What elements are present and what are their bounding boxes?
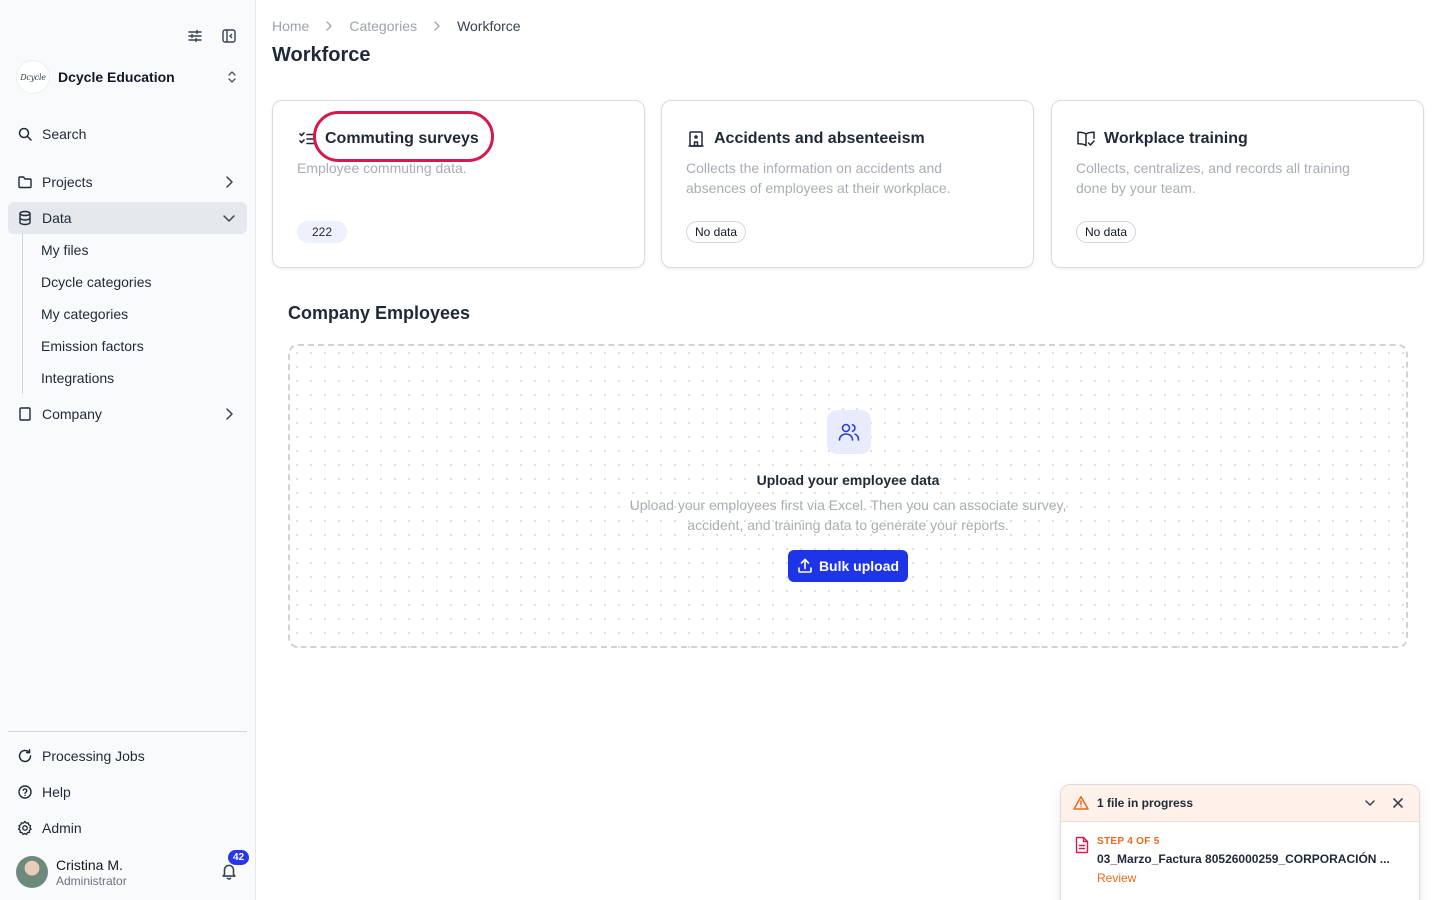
card-commuting-surveys[interactable]: Commuting surveys Employee commuting dat… [272, 100, 645, 268]
sidebar-item-help[interactable]: Help [8, 776, 247, 808]
status-badge: No data [686, 221, 747, 243]
sidebar-item-label: Admin [42, 820, 82, 836]
card-header: Workplace training [1076, 129, 1248, 149]
employee-upload-dropzone[interactable]: Upload your employee data Upload your em… [288, 344, 1408, 648]
file-document-icon [1074, 836, 1090, 854]
breadcrumb: Home Categories Workforce [272, 17, 521, 35]
user-role: Administrator [56, 873, 127, 888]
chevron-up-down-icon [225, 70, 239, 84]
sidebar-item-admin[interactable]: Admin [8, 812, 247, 844]
gear-icon [16, 819, 34, 837]
warning-icon [1073, 795, 1089, 811]
org-logo: Dcycle [16, 60, 50, 94]
card-description: Collects the information on accidents an… [686, 160, 951, 196]
notifications-button[interactable]: 42 [220, 850, 250, 882]
user-info: Cristina M. Administrator [56, 857, 220, 888]
card-description: Employee commuting data. [297, 160, 467, 176]
org-name: Dcycle Education [58, 69, 175, 85]
sidebar-item-label: Company [42, 406, 102, 422]
refresh-icon [16, 747, 34, 765]
card-accidents-absenteeism[interactable]: Accidents and absenteeism Collects the i… [661, 100, 1034, 268]
sidebar-item-projects[interactable]: Projects [8, 166, 247, 198]
card-header: Accidents and absenteeism [686, 129, 925, 149]
users-icon [827, 410, 871, 454]
avatar [16, 856, 48, 888]
chevron-right-icon [431, 20, 443, 32]
collapse-sidebar-icon[interactable] [219, 26, 239, 46]
building-icon [16, 405, 34, 423]
card-title: Commuting surveys [325, 130, 479, 147]
hospital-building-icon [686, 129, 706, 149]
user-name: Cristina M. [56, 856, 123, 873]
card-description: Collects, centralizes, and records all t… [1076, 160, 1350, 196]
chevron-right-icon [323, 20, 335, 32]
database-icon [16, 209, 34, 227]
sidebar: Dcycle Dcycle Education Search Projects … [0, 0, 256, 900]
count-badge: 222 [297, 221, 348, 243]
breadcrumb-home[interactable]: Home [272, 18, 309, 34]
empty-state-description: Upload your employees first via Excel. T… [629, 497, 1067, 533]
toast-title: 1 file in progress [1097, 796, 1194, 810]
chevron-right-icon [221, 174, 237, 190]
sidebar-item-label: Processing Jobs [42, 748, 145, 764]
breadcrumb-current: Workforce [457, 18, 521, 34]
sidebar-subitem-my-categories[interactable]: My categories [23, 298, 242, 330]
sidebar-item-processing-jobs[interactable]: Processing Jobs [8, 740, 247, 772]
toast-body: STEP 4 OF 5 03_Marzo_Factura 80526000259… [1061, 822, 1419, 885]
sidebar-subitem-dcycle-categories[interactable]: Dcycle categories [23, 266, 242, 298]
sliders-icon[interactable] [185, 26, 205, 46]
sidebar-item-data[interactable]: Data [8, 202, 247, 234]
review-link[interactable]: Review [1097, 871, 1407, 885]
section-title: Company Employees [288, 303, 471, 323]
step-label: STEP 4 OF 5 [1097, 836, 1160, 847]
checklist-icon [297, 129, 317, 149]
bulk-upload-button[interactable]: Bulk upload [788, 550, 908, 582]
book-check-icon [1076, 129, 1096, 149]
empty-state-title: Upload your employee data [756, 472, 940, 488]
card-title: Accidents and absenteeism [714, 130, 925, 147]
chevron-right-icon [221, 406, 237, 422]
status-badge: No data [1076, 221, 1137, 243]
sidebar-subitem-my-files[interactable]: My files [23, 234, 242, 266]
folder-icon [16, 173, 34, 191]
toast-header: 1 file in progress [1061, 785, 1419, 822]
help-circle-icon [16, 783, 34, 801]
breadcrumb-categories[interactable]: Categories [349, 18, 417, 34]
upload-icon [797, 558, 813, 574]
org-switcher[interactable]: Dcycle Dcycle Education [16, 60, 239, 94]
sidebar-divider [8, 731, 247, 732]
sidebar-item-label: Projects [42, 174, 93, 190]
sidebar-top-actions [185, 26, 239, 46]
chevron-down-icon [221, 210, 237, 226]
sidebar-item-label: Help [42, 784, 71, 800]
notification-count-badge: 42 [228, 850, 250, 865]
bulk-upload-label: Bulk upload [818, 558, 900, 574]
file-progress-toast: 1 file in progress STEP 4 OF 5 03_Marzo_… [1060, 784, 1420, 900]
card-title: Workplace training [1104, 130, 1248, 147]
search-label: Search [42, 126, 87, 142]
page-title: Workforce [272, 44, 371, 66]
sidebar-item-company[interactable]: Company [8, 398, 247, 430]
close-icon[interactable] [1389, 794, 1407, 812]
data-subnav: My files Dcycle categories My categories… [22, 234, 242, 394]
sidebar-subitem-emission-factors[interactable]: Emission factors [23, 330, 242, 362]
file-name: 03_Marzo_Factura 80526000259_CORPORACIÓN… [1097, 852, 1390, 866]
user-profile[interactable]: Cristina M. Administrator 42 [16, 850, 250, 889]
sidebar-subitem-integrations[interactable]: Integrations [23, 362, 242, 394]
search-button[interactable]: Search [8, 118, 247, 150]
chevron-down-icon[interactable] [1361, 794, 1379, 812]
card-workplace-training[interactable]: Workplace training Collects, centralizes… [1051, 100, 1424, 268]
card-header: Commuting surveys [297, 129, 479, 149]
sidebar-item-label: Data [42, 210, 72, 226]
search-icon [16, 125, 34, 143]
